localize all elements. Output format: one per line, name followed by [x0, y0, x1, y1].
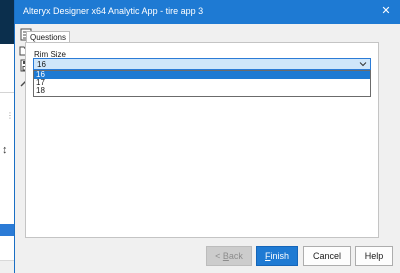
option-17[interactable]: 17 — [34, 79, 370, 87]
cancel-button[interactable]: Cancel — [303, 246, 351, 266]
back-button-label: ack — [228, 251, 243, 261]
back-button-prefix: < — [215, 251, 223, 261]
dropdown-selected-value: 16 — [37, 60, 46, 69]
resize-arrows-icon[interactable]: ↕ — [2, 144, 14, 156]
close-icon[interactable]: ✕ — [379, 4, 393, 18]
background-header — [0, 0, 14, 44]
back-button[interactable]: < Back — [206, 246, 252, 266]
chevron-down-icon[interactable] — [359, 60, 367, 68]
option-16[interactable]: 16 — [34, 71, 370, 79]
background-divider — [0, 92, 14, 93]
finish-button[interactable]: Finish — [256, 246, 298, 266]
window-title: Alteryx Designer x64 Analytic App - tire… — [23, 6, 204, 16]
rim-size-options-list: 16 17 18 — [33, 70, 371, 97]
rim-size-dropdown[interactable]: 16 — [33, 58, 371, 70]
drag-handle-icon[interactable]: ⋮⋮ — [6, 112, 22, 128]
option-18[interactable]: 18 — [34, 87, 370, 95]
finish-button-label: inish — [270, 251, 289, 261]
help-button[interactable]: Help — [355, 246, 393, 266]
background-selection-bar — [0, 224, 14, 236]
title-bar[interactable]: Alteryx Designer x64 Analytic App - tire… — [15, 0, 400, 24]
